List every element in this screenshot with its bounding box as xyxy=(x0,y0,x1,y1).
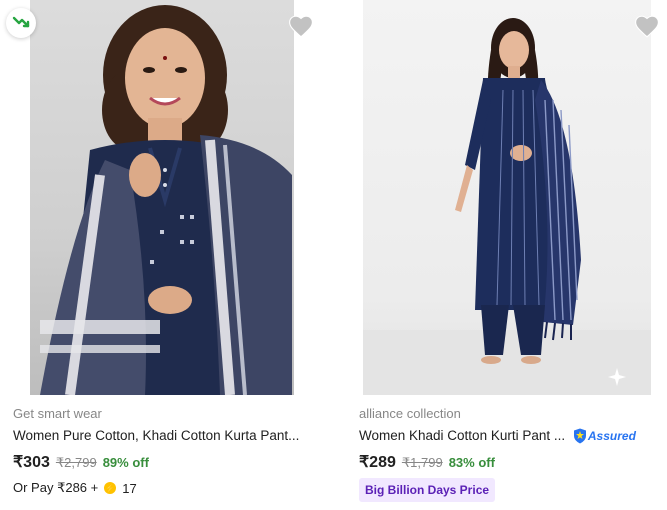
coin-count: 17 xyxy=(122,480,137,496)
heart-icon xyxy=(289,15,313,38)
selling-price: ₹289 xyxy=(359,454,396,471)
heart-icon xyxy=(635,15,659,38)
product-brand: alliance collection xyxy=(359,406,461,421)
supercoin-icon: ⚡ xyxy=(104,482,117,494)
trending-down-badge xyxy=(6,8,36,38)
product-photo xyxy=(40,5,292,395)
discount-percent: 89% off xyxy=(102,455,149,470)
price-row: ₹289 ₹1,799 83% off xyxy=(359,452,495,472)
original-price: ₹2,799 xyxy=(55,455,97,470)
product-card-1[interactable]: Get smart wear Women Pure Cotton, Khadi … xyxy=(0,0,320,510)
product-title[interactable]: Women Khadi Cotton Kurti Pant ... Assure… xyxy=(359,428,636,444)
sparkle-icon xyxy=(608,368,626,386)
assured-label: Assured xyxy=(587,429,636,444)
coin-pay-row: Or Pay ₹286 + ⚡ 17 xyxy=(13,480,137,496)
offer-tag: Big Billion Days Price xyxy=(359,478,496,502)
assured-badge: Assured xyxy=(573,428,636,444)
product-image[interactable] xyxy=(30,0,294,395)
wishlist-button[interactable] xyxy=(288,14,314,38)
product-photo xyxy=(363,18,651,395)
original-price: ₹1,799 xyxy=(401,455,443,470)
product-image[interactable] xyxy=(363,0,651,395)
pay-with-coins-text: Or Pay ₹286 + xyxy=(13,480,99,495)
discount-percent: 83% off xyxy=(448,455,495,470)
product-card-2[interactable]: alliance collection Women Khadi Cotton K… xyxy=(347,0,667,510)
assured-shield-icon xyxy=(573,428,586,444)
product-brand: Get smart wear xyxy=(13,406,102,421)
wishlist-button[interactable] xyxy=(634,14,660,38)
price-row: ₹303 ₹2,799 89% off xyxy=(13,452,149,472)
product-title[interactable]: Women Pure Cotton, Khadi Cotton Kurta Pa… xyxy=(13,428,299,443)
selling-price: ₹303 xyxy=(13,454,50,471)
product-title-text: Women Khadi Cotton Kurti Pant ... xyxy=(359,428,566,443)
trending-down-icon xyxy=(12,16,30,28)
